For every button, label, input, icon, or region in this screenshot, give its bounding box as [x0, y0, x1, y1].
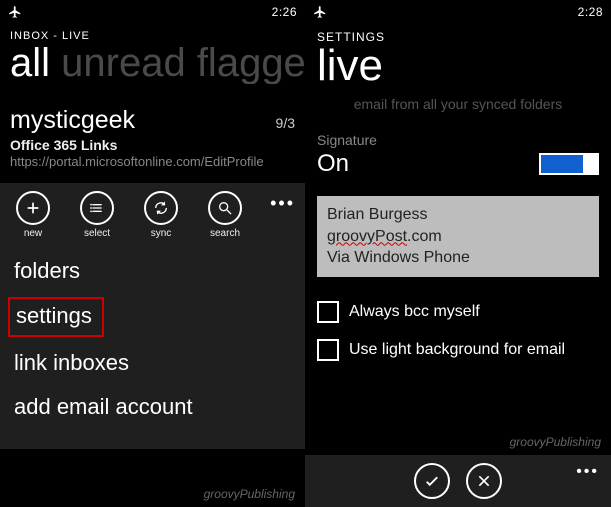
watermark: groovyPublishing — [510, 435, 601, 449]
pivot-header[interactable]: all unread flagged — [0, 42, 305, 84]
more-icon[interactable]: ••• — [270, 191, 295, 214]
plus-icon — [16, 191, 50, 225]
pivot-rest[interactable]: unread flagged — [61, 42, 305, 84]
airplane-mode-icon — [8, 5, 22, 19]
signature-line1: Brian Burgess — [327, 204, 589, 226]
app-bar: new select sync search ••• — [0, 183, 305, 245]
page-title: live — [305, 44, 611, 88]
select-button[interactable]: select — [74, 191, 120, 239]
inbox-screen: 2:26 INBOX - LIVE all unread flagged mys… — [0, 0, 305, 507]
select-icon — [80, 191, 114, 225]
watermark: groovyPublishing — [204, 487, 295, 501]
signature-line3: Via Windows Phone — [327, 247, 589, 269]
toggle-knob — [583, 155, 597, 173]
bcc-label: Always bcc myself — [349, 303, 480, 321]
settings-screen: 2:28 SETTINGS live email from all your s… — [305, 0, 611, 507]
signature-toggle[interactable] — [539, 153, 599, 175]
toggle-on-fill — [541, 155, 583, 173]
mail-date: 9/3 — [276, 115, 295, 131]
mail-from: mysticgeek — [10, 106, 135, 135]
menu-folders[interactable]: folders — [0, 249, 305, 293]
bcc-myself-row[interactable]: Always bcc myself — [305, 293, 611, 331]
select-label: select — [84, 228, 110, 239]
pivot-all[interactable]: all — [10, 42, 50, 84]
mail-subject: Office 365 Links — [10, 137, 295, 153]
cancel-button[interactable] — [466, 463, 502, 499]
menu-add-account[interactable]: add email account — [0, 385, 305, 429]
sync-icon — [144, 191, 178, 225]
light-bg-label: Use light background for email — [349, 341, 565, 359]
status-bar: 2:26 — [0, 0, 305, 24]
signature-line2-a: groovyPost — [327, 228, 407, 245]
search-icon — [208, 191, 242, 225]
checkbox-icon[interactable] — [317, 301, 339, 323]
app-bar-menu: folders settings link inboxes add email … — [0, 245, 305, 449]
signature-label: Signature — [317, 132, 599, 148]
bottom-app-bar: ••• — [305, 455, 611, 507]
sync-button[interactable]: sync — [138, 191, 184, 239]
search-button[interactable]: search — [202, 191, 248, 239]
more-icon[interactable]: ••• — [576, 463, 599, 481]
signature-line2-b: .com — [407, 228, 442, 245]
mail-item[interactable]: mysticgeek 9/3 Office 365 Links https://… — [0, 84, 305, 177]
signature-state: On — [317, 150, 349, 178]
signature-setting: Signature On — [305, 126, 611, 188]
accept-button[interactable] — [414, 463, 450, 499]
signature-line2: groovyPost.com — [327, 226, 589, 248]
menu-link-inboxes[interactable]: link inboxes — [0, 341, 305, 385]
search-label: search — [210, 228, 240, 239]
new-button[interactable]: new — [10, 191, 56, 239]
sync-label: sync — [151, 228, 172, 239]
status-bar: 2:28 — [305, 0, 611, 24]
clock: 2:28 — [578, 5, 603, 19]
new-label: new — [24, 228, 42, 239]
menu-settings[interactable]: settings — [8, 297, 104, 337]
clock: 2:26 — [272, 5, 297, 19]
scroll-remnant-text: email from all your synced folders — [305, 88, 611, 126]
light-background-row[interactable]: Use light background for email — [305, 331, 611, 369]
context-label: INBOX - LIVE — [0, 24, 305, 42]
checkbox-icon[interactable] — [317, 339, 339, 361]
signature-textbox[interactable]: Brian Burgess groovyPost.com Via Windows… — [317, 196, 599, 277]
mail-preview: https://portal.microsoftonline.com/EditP… — [10, 154, 295, 169]
airplane-mode-icon — [313, 5, 327, 19]
